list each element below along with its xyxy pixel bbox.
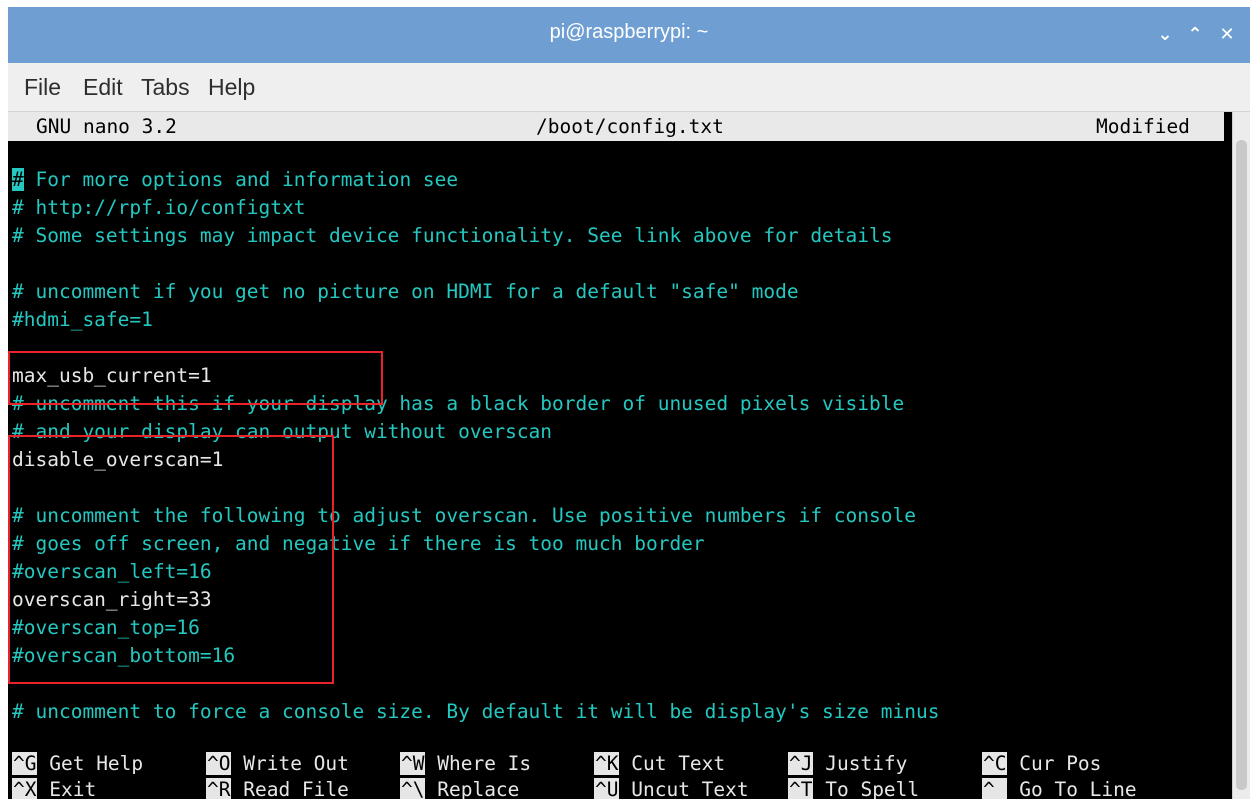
- shortcut-justify[interactable]: ^J Justify: [788, 752, 907, 776]
- nano-modified-indicator: Modified: [1096, 115, 1190, 138]
- editor-line-3: # Some settings may impact device functi…: [12, 224, 893, 247]
- editor-line-2: # http://rpf.io/configtxt: [12, 196, 306, 219]
- nano-version: GNU nano 3.2: [36, 115, 177, 138]
- editor-line-20: # uncomment to force a console size. By …: [12, 700, 940, 723]
- menu-bar: File Edit Tabs Help: [8, 63, 1250, 112]
- editor-line-17: #overscan_top=16: [12, 616, 200, 639]
- editor-line-8: max_usb_current=1: [12, 364, 212, 387]
- text-cursor: #: [12, 168, 24, 191]
- terminal-area[interactable]: GNU nano 3.2 /boot/config.txt Modified #…: [8, 112, 1232, 799]
- nano-status-bar: GNU nano 3.2 /boot/config.txt Modified: [8, 112, 1224, 141]
- shortcut-cut-text[interactable]: ^K Cut Text: [594, 752, 725, 776]
- editor-line-13: # uncomment the following to adjust over…: [12, 504, 916, 527]
- scrollbar-thumb[interactable]: [1236, 140, 1247, 790]
- maximize-icon[interactable]: ⌃: [1184, 24, 1206, 46]
- shortcut-exit[interactable]: ^X Exit: [12, 778, 96, 799]
- editor-line-9: # uncomment this if your display has a b…: [12, 392, 905, 415]
- window-title: pi@raspberrypi: ~: [549, 21, 709, 43]
- shortcut-read-file[interactable]: ^R Read File: [206, 778, 349, 799]
- shortcut-get-help[interactable]: ^G Get Help: [12, 752, 143, 776]
- shortcut-replace[interactable]: ^\ Replace: [400, 778, 519, 799]
- editor-line-11: disable_overscan=1: [12, 448, 224, 471]
- editor-line-15: #overscan_left=16: [12, 560, 212, 583]
- shortcut-write-out[interactable]: ^O Write Out: [206, 752, 349, 776]
- editor-line-14: # goes off screen, and negative if there…: [12, 532, 705, 555]
- menu-tabs[interactable]: Tabs: [141, 74, 190, 101]
- minimize-icon[interactable]: ⌄: [1154, 24, 1176, 46]
- shortcut-to-spell[interactable]: ^T To Spell: [788, 778, 919, 799]
- editor-line-1: # For more options and information see: [12, 168, 459, 191]
- close-icon[interactable]: ✕: [1216, 24, 1238, 46]
- nano-filename: /boot/config.txt: [536, 115, 724, 138]
- shortcut-go-to-line[interactable]: ^_ Go To Line: [982, 778, 1137, 799]
- vertical-scrollbar[interactable]: [1232, 112, 1250, 799]
- menu-file[interactable]: File: [24, 74, 61, 101]
- editor-line-6: #hdmi_safe=1: [12, 308, 153, 331]
- shortcut-where-is[interactable]: ^W Where Is: [400, 752, 531, 776]
- terminal-window: pi@raspberrypi: ~ ⌄ ⌃ ✕ File Edit Tabs H…: [8, 7, 1250, 799]
- shortcut-cur-pos[interactable]: ^C Cur Pos: [982, 752, 1101, 776]
- editor-line-18: #overscan_bottom=16: [12, 644, 236, 667]
- shortcut-uncut-text[interactable]: ^U Uncut Text: [594, 778, 749, 799]
- menu-edit[interactable]: Edit: [83, 74, 123, 101]
- menu-help[interactable]: Help: [208, 74, 255, 101]
- title-bar[interactable]: pi@raspberrypi: ~ ⌄ ⌃ ✕: [8, 7, 1250, 63]
- editor-line-10: # and your display can output without ov…: [12, 420, 553, 443]
- editor-line-16: overscan_right=33: [12, 588, 212, 611]
- editor-line-5: # uncomment if you get no picture on HDM…: [12, 280, 799, 303]
